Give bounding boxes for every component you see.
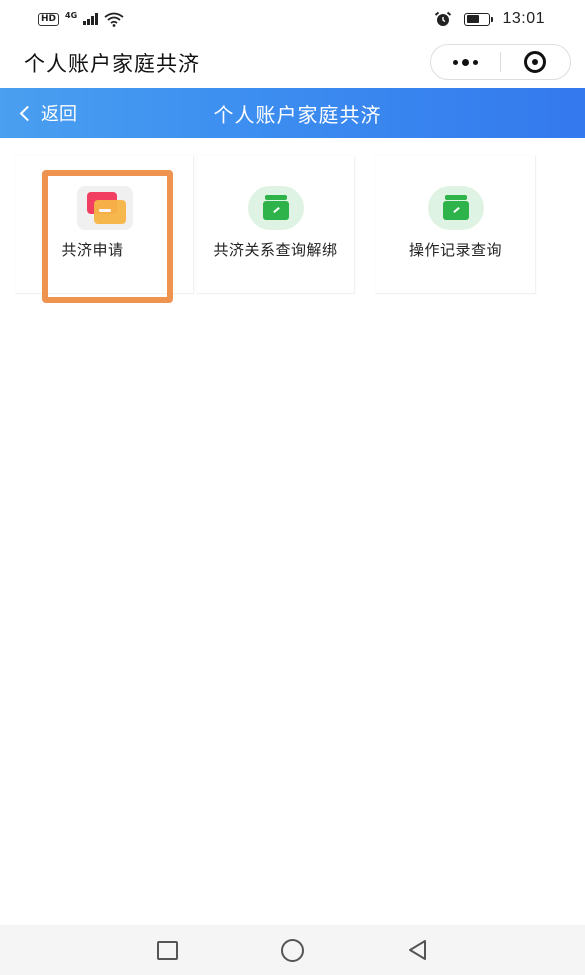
- status-bar: HD 4G 13:01: [0, 0, 585, 38]
- app-title: 个人账户家庭共济: [24, 52, 200, 76]
- signal-icon: [83, 13, 98, 25]
- status-right: 13:01: [434, 10, 545, 28]
- status-left: HD 4G: [38, 12, 124, 27]
- alarm-icon: [435, 11, 452, 26]
- home-icon: [281, 938, 304, 962]
- card-relation-query[interactable]: 共济关系查询解绑: [197, 156, 355, 294]
- apply-cards-icon: [76, 186, 133, 230]
- system-nav-bar: [0, 925, 585, 975]
- card-apply[interactable]: 共济申请: [16, 156, 194, 294]
- card-operation-log[interactable]: 操作记录查询: [376, 156, 536, 294]
- card-apply-label: 共济申请: [61, 241, 124, 259]
- function-grid: 共济申请 共济关系查询解绑 操作记录查询: [0, 138, 585, 298]
- green-box-icon: [247, 186, 304, 230]
- battery-icon: [464, 12, 494, 26]
- close-target-icon: [524, 51, 547, 73]
- screen: HD 4G 13:01 个人账户家庭共济 返回 个人账户家庭共济 共济申请 共济…: [0, 0, 585, 975]
- wifi-icon: [104, 12, 124, 27]
- card-relation-query-label: 共济关系查询解绑: [213, 241, 338, 259]
- nav-header: 返回 个人账户家庭共济: [0, 88, 585, 138]
- more-icon: [453, 58, 478, 66]
- back-triangle-icon: [408, 940, 426, 960]
- page-title: 个人账户家庭共济: [213, 102, 382, 127]
- green-box-icon: [427, 186, 484, 230]
- network-type-label: 4G: [65, 11, 78, 20]
- recent-apps-button[interactable]: [105, 925, 230, 975]
- mini-program-title-bar: 个人账户家庭共济: [0, 38, 585, 88]
- system-back-button[interactable]: [355, 925, 480, 975]
- hd-icon: HD: [38, 12, 60, 26]
- close-button[interactable]: [501, 45, 570, 79]
- card-operation-log-label: 操作记录查询: [408, 241, 502, 259]
- recent-apps-icon: [157, 940, 178, 960]
- status-time: 13:01: [502, 10, 545, 27]
- more-button[interactable]: [431, 45, 500, 79]
- capsule-menu: [430, 44, 571, 80]
- home-button[interactable]: [230, 925, 355, 975]
